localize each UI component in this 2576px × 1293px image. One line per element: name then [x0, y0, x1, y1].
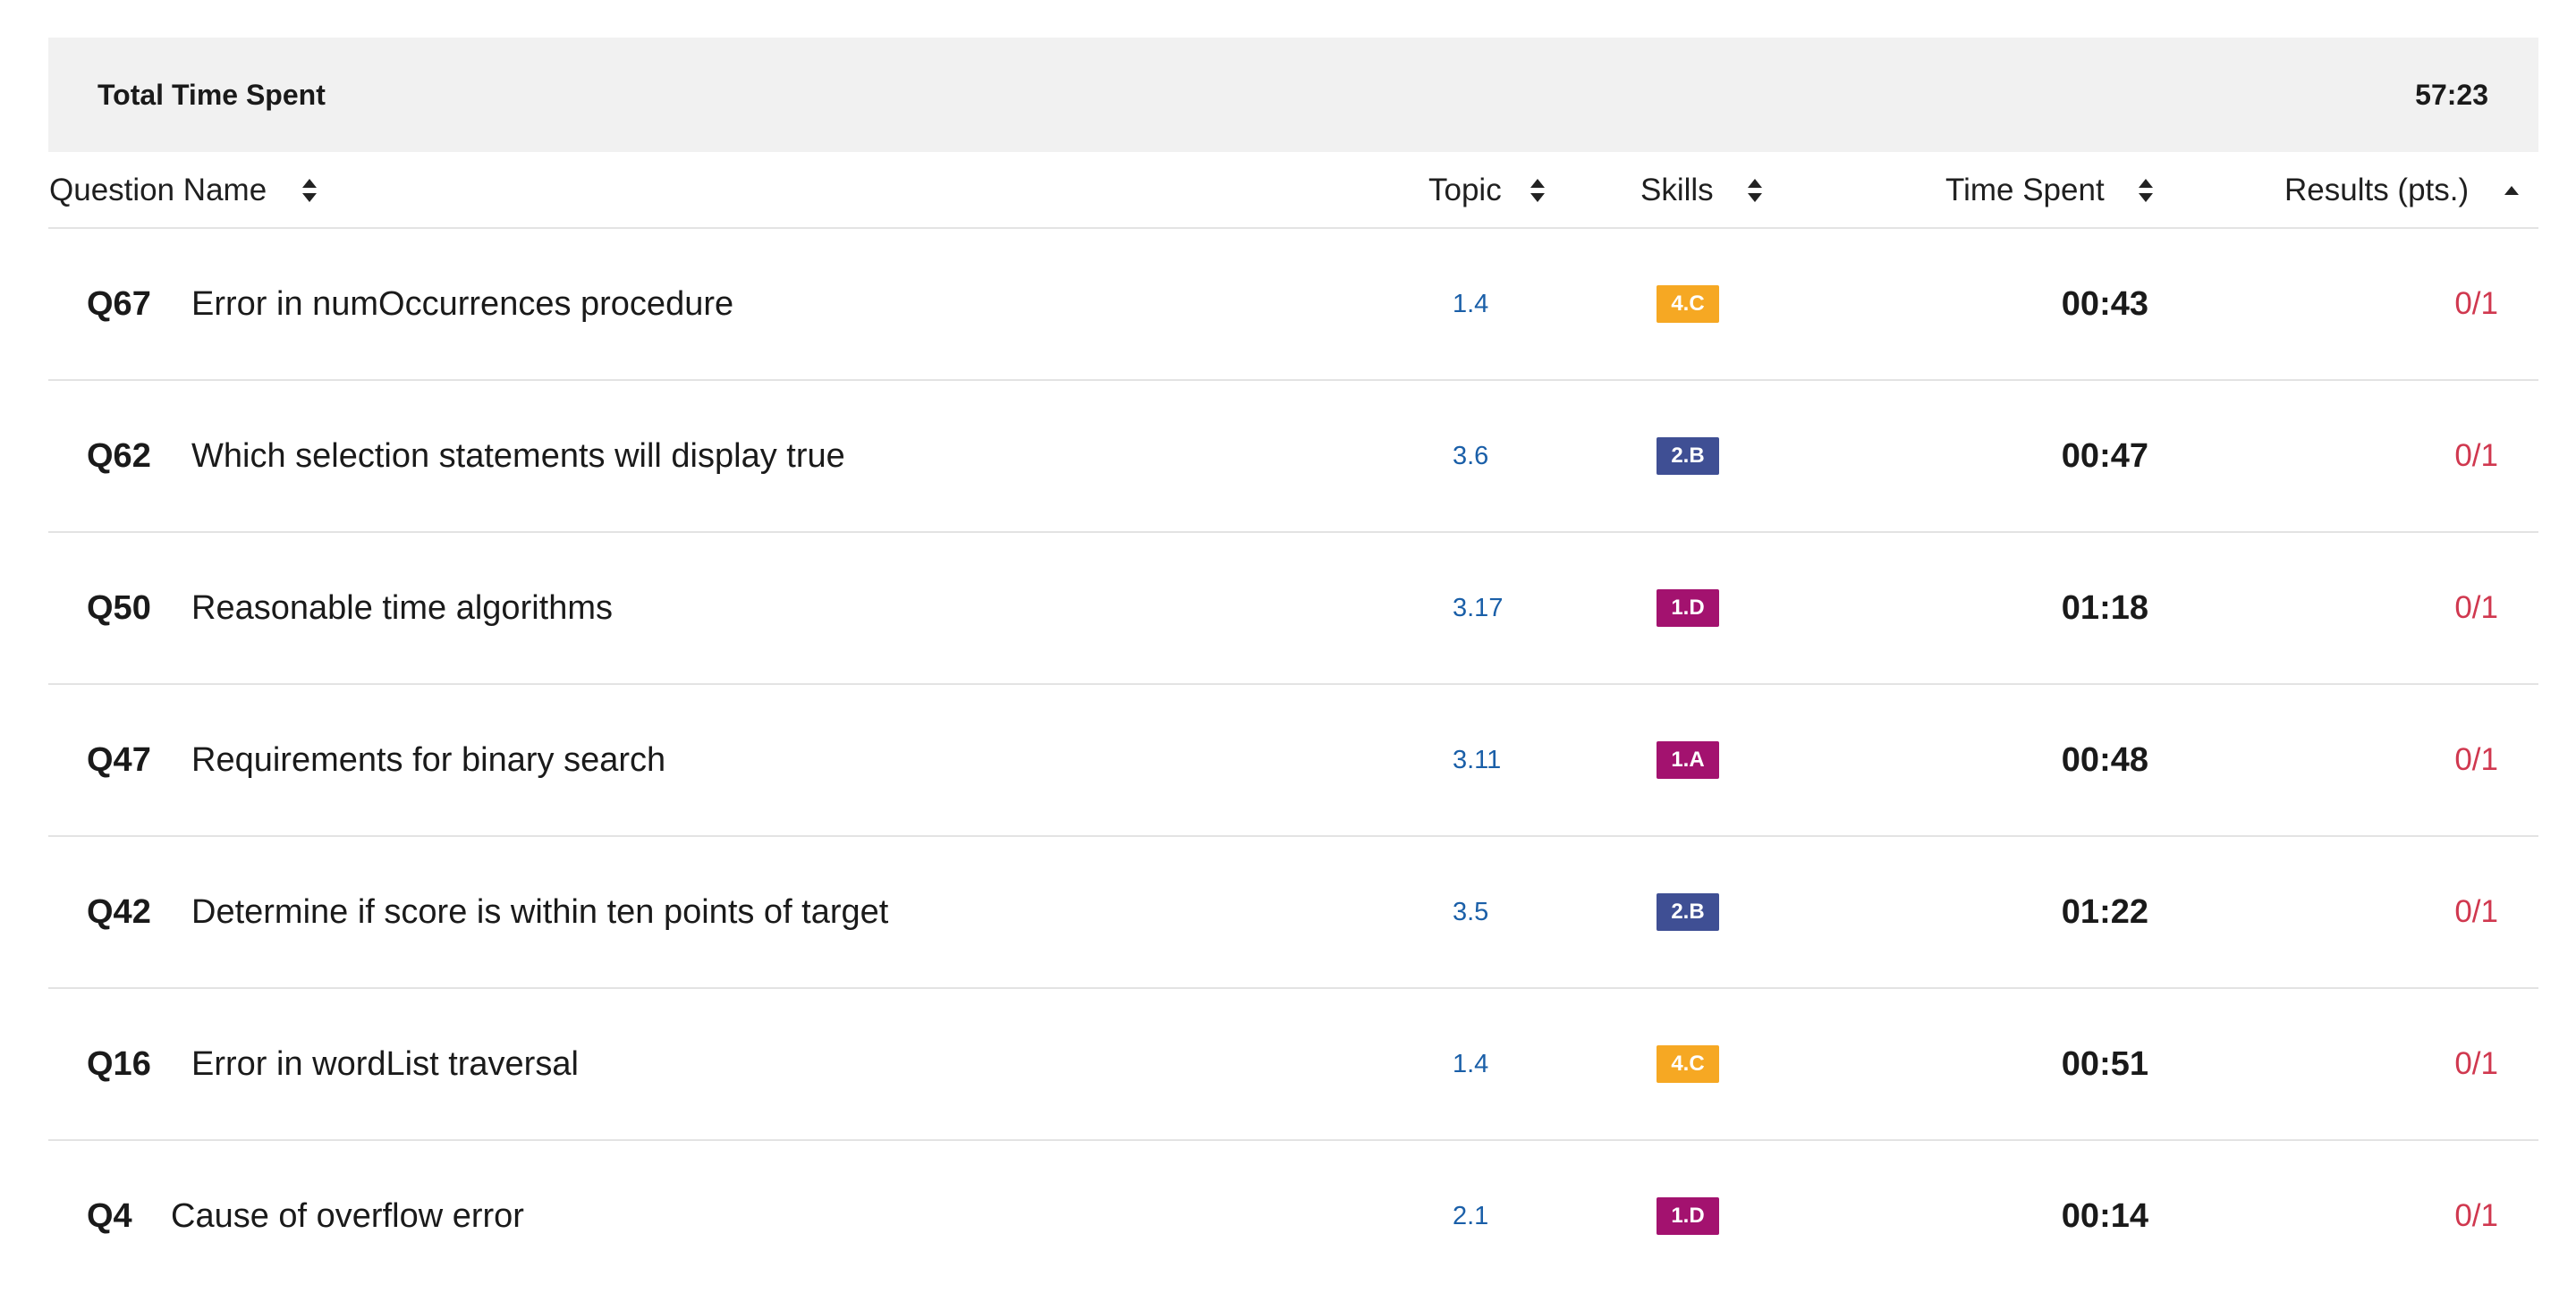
- sort-both-icon[interactable]: [2138, 176, 2153, 205]
- column-header-topic[interactable]: Topic: [1428, 152, 1545, 229]
- question-title[interactable]: Error in numOccurrences procedure: [191, 229, 733, 379]
- result-score: 0/1: [2454, 286, 2498, 321]
- time-spent: 00:43: [2061, 284, 2148, 323]
- question-id: Q42: [87, 892, 151, 931]
- time-spent: 01:22: [2061, 892, 2148, 931]
- topic-link[interactable]: 3.11: [1453, 685, 1501, 835]
- column-header-results-label: Results (pts.): [2284, 173, 2470, 207]
- column-header-question-name[interactable]: Question Name: [49, 152, 318, 229]
- topic-link[interactable]: 2.1: [1453, 1141, 1488, 1291]
- table-row[interactable]: Q42 Determine if score is within ten poi…: [48, 837, 2538, 989]
- sort-both-icon[interactable]: [302, 176, 318, 205]
- sort-both-icon[interactable]: [1530, 176, 1545, 205]
- result-score: 0/1: [2454, 894, 2498, 929]
- question-results-panel: Total Time Spent 57:23 Question Name Top…: [48, 38, 2538, 1293]
- skill-cell: 2.B: [1657, 837, 1719, 987]
- topic-link[interactable]: 1.4: [1453, 989, 1488, 1139]
- skill-badge: 4.C: [1657, 1045, 1719, 1083]
- skill-cell: 1.A: [1657, 685, 1719, 835]
- question-id: Q16: [87, 1044, 151, 1083]
- result-score: 0/1: [2454, 590, 2498, 625]
- column-header-skills[interactable]: Skills: [1640, 152, 1762, 229]
- topic-link[interactable]: 3.17: [1453, 533, 1503, 683]
- result-score: 0/1: [2454, 1046, 2498, 1081]
- table-header: Question Name Topic Skills Time Spent Re…: [48, 152, 2538, 229]
- table-row[interactable]: Q50 Reasonable time algorithms 3.17 1.D …: [48, 533, 2538, 685]
- skill-cell: 2.B: [1657, 381, 1719, 531]
- total-time-summary: Total Time Spent 57:23: [48, 38, 2538, 152]
- table-row[interactable]: Q67 Error in numOccurrences procedure 1.…: [48, 229, 2538, 381]
- column-header-results[interactable]: Results (pts.): [2284, 152, 2520, 229]
- skill-badge: 1.D: [1657, 1197, 1719, 1235]
- question-title[interactable]: Requirements for binary search: [191, 685, 665, 835]
- topic-link[interactable]: 3.6: [1453, 381, 1488, 531]
- total-time-label: Total Time Spent: [97, 78, 326, 111]
- skill-badge: 2.B: [1657, 437, 1719, 475]
- skill-cell: 4.C: [1657, 229, 1719, 379]
- topic-link[interactable]: 1.4: [1453, 229, 1488, 379]
- time-spent: 01:18: [2061, 588, 2148, 627]
- question-title[interactable]: Error in wordList traversal: [191, 989, 579, 1139]
- result-score: 0/1: [2454, 742, 2498, 777]
- result-score: 0/1: [2454, 438, 2498, 473]
- skill-cell: 4.C: [1657, 989, 1719, 1139]
- table-row[interactable]: Q47 Requirements for binary search 3.11 …: [48, 685, 2538, 837]
- sort-ascending-icon[interactable]: [2504, 176, 2520, 205]
- table-row[interactable]: Q4 Cause of overflow error 2.1 1.D 00:14…: [48, 1141, 2538, 1293]
- column-header-time-spent-label: Time Spent: [1945, 173, 2105, 207]
- question-id: Q67: [87, 284, 151, 323]
- skill-cell: 1.D: [1657, 533, 1719, 683]
- question-title[interactable]: Which selection statements will display …: [191, 381, 845, 531]
- skill-badge: 4.C: [1657, 285, 1719, 323]
- skill-badge: 1.D: [1657, 589, 1719, 627]
- time-spent: 00:51: [2061, 1044, 2148, 1083]
- question-title[interactable]: Cause of overflow error: [171, 1141, 524, 1291]
- column-header-question-name-label: Question Name: [49, 173, 267, 207]
- table-row[interactable]: Q62 Which selection statements will disp…: [48, 381, 2538, 533]
- table-row[interactable]: Q16 Error in wordList traversal 1.4 4.C …: [48, 989, 2538, 1141]
- sort-both-icon[interactable]: [1747, 176, 1762, 205]
- result-score: 0/1: [2454, 1198, 2498, 1233]
- question-id: Q47: [87, 740, 151, 779]
- skill-cell: 1.D: [1657, 1141, 1719, 1291]
- column-header-skills-label: Skills: [1640, 173, 1714, 207]
- column-header-time-spent[interactable]: Time Spent: [1945, 152, 2153, 229]
- skill-badge: 1.A: [1657, 741, 1719, 779]
- question-id: Q62: [87, 436, 151, 475]
- question-title[interactable]: Determine if score is within ten points …: [191, 837, 888, 987]
- time-spent: 00:14: [2061, 1196, 2148, 1235]
- time-spent: 00:48: [2061, 740, 2148, 779]
- time-spent: 00:47: [2061, 436, 2148, 475]
- question-id: Q4: [87, 1196, 132, 1235]
- topic-link[interactable]: 3.5: [1453, 837, 1488, 987]
- total-time-value: 57:23: [2415, 78, 2488, 111]
- question-id: Q50: [87, 588, 151, 627]
- skill-badge: 2.B: [1657, 893, 1719, 931]
- question-title[interactable]: Reasonable time algorithms: [191, 533, 613, 683]
- column-header-topic-label: Topic: [1428, 173, 1502, 207]
- table-body: Q67 Error in numOccurrences procedure 1.…: [48, 229, 2538, 1293]
